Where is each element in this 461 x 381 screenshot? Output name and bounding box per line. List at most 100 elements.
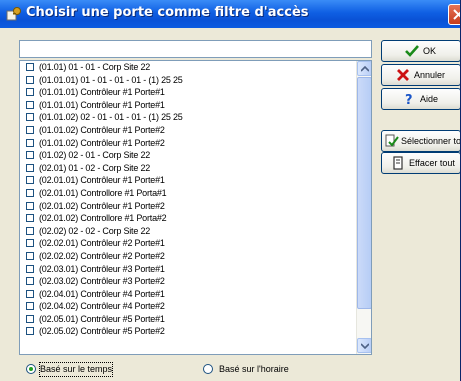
list-item[interactable]: (02.01.01) Controllore #1 Porta#1 xyxy=(20,187,356,200)
radio-schedule-based-button[interactable] xyxy=(203,364,213,374)
cancel-label: Annuler xyxy=(414,70,446,80)
close-button[interactable] xyxy=(448,4,460,25)
list-item-label: (02.05.02) Contrôleur #5 Porte#2 xyxy=(39,326,165,337)
list-item-checkbox[interactable] xyxy=(26,125,34,134)
green-check-icon xyxy=(405,44,419,58)
list-item-checkbox[interactable] xyxy=(26,138,34,147)
list-item[interactable]: (02.01) 01 - 02 - Corp Site 22 xyxy=(20,162,356,175)
list-item-checkbox[interactable] xyxy=(26,176,34,185)
list-item[interactable]: (02.03.01) Contrôleur #3 Porte#1 xyxy=(20,263,356,276)
list-item-checkbox[interactable] xyxy=(26,314,34,323)
list-item-checkbox[interactable] xyxy=(26,239,34,248)
list-item-checkbox[interactable] xyxy=(26,75,34,84)
list-item-label: (01.01.01) 01 - 01 - 01 - 01 - (1) 25 25 xyxy=(39,74,183,85)
list-item-label: (02.01.02) Contrôleur #1 Porte#2 xyxy=(39,200,165,211)
list-item[interactable]: (02.01.01) Contrôleur #1 Porte#1 xyxy=(20,174,356,187)
list-item-checkbox[interactable] xyxy=(26,163,34,172)
list-item-checkbox[interactable] xyxy=(26,226,34,235)
list-item-checkbox[interactable] xyxy=(26,151,34,160)
list-item[interactable]: (01.01.01) 01 - 01 - 01 - 01 - (1) 25 25 xyxy=(20,74,356,87)
list-item[interactable]: (01.02) 02 - 01 - Corp Site 22 xyxy=(20,149,356,162)
list-item[interactable]: (01.01.02) Contrôleur #1 Porte#2 xyxy=(20,137,356,150)
radio-time-based-button[interactable] xyxy=(26,364,36,374)
list-item[interactable]: (01.01.02) 02 - 01 - 01 - 01 - (1) 25 25 xyxy=(20,111,356,124)
list-item[interactable]: (02.01.02) Controllore #1 Porta#2 xyxy=(20,212,356,225)
list-item-checkbox[interactable] xyxy=(26,251,34,260)
help-button[interactable]: ? Aide xyxy=(381,88,460,110)
clear-all-button[interactable]: Effacer tout xyxy=(381,152,460,174)
list-item-label: (02.03.01) Contrôleur #3 Porte#1 xyxy=(39,263,165,274)
select-all-button[interactable]: Sélectionner tout xyxy=(381,130,461,152)
dialog-window: Choisir une porte comme filtre d'accès (… xyxy=(0,0,461,381)
list-item[interactable]: (01.01) 01 - 01 - Corp Site 22 xyxy=(20,61,356,74)
door-list[interactable]: (01.01) 01 - 01 - Corp Site 22 (01.01.01)… xyxy=(19,60,372,355)
select-all-icon xyxy=(385,134,399,148)
scrollbar-thumb[interactable] xyxy=(357,77,371,309)
cancel-button[interactable]: Annuler xyxy=(381,64,460,86)
list-item-label: (01.01.02) Contrôleur #1 Porte#2 xyxy=(39,124,165,135)
close-icon xyxy=(453,9,460,20)
list-item[interactable]: (02.04.02) Contrôleur #4 Porte#2 xyxy=(20,300,356,313)
vertical-scrollbar[interactable] xyxy=(356,61,371,354)
list-item-checkbox[interactable] xyxy=(26,302,34,311)
filter-input[interactable] xyxy=(19,40,372,58)
radio-schedule-based-label: Basé sur l'horaire xyxy=(219,364,289,374)
list-item-label: (02.02) 02 - 02 - Corp Site 22 xyxy=(39,225,151,236)
list-item-checkbox[interactable] xyxy=(26,188,34,197)
list-item-checkbox[interactable] xyxy=(26,277,34,286)
list-item-checkbox[interactable] xyxy=(26,289,34,298)
list-item-checkbox[interactable] xyxy=(26,100,34,109)
list-item-label: (01.01) 01 - 01 - Corp Site 22 xyxy=(39,62,151,72)
list-item-label: (01.01.02) Contrôleur #1 Porte#2 xyxy=(39,137,165,148)
list-item-checkbox[interactable] xyxy=(26,63,34,71)
list-item-label: (02.01) 01 - 02 - Corp Site 22 xyxy=(39,162,151,173)
list-item-checkbox[interactable] xyxy=(26,327,34,336)
title-bar[interactable]: Choisir une porte comme filtre d'accès xyxy=(0,0,460,28)
list-item[interactable]: (01.01.02) Contrôleur #1 Porte#2 xyxy=(20,124,356,137)
door-list-items: (01.01) 01 - 01 - Corp Site 22 (01.01.01)… xyxy=(20,61,356,338)
list-item-label: (01.01.01) Contrôleur #1 Porte#1 xyxy=(39,87,165,98)
scroll-up-arrow-icon xyxy=(361,66,369,72)
list-item-label: (02.01.01) Contrôleur #1 Porte#1 xyxy=(39,175,165,186)
list-item-label: (02.01.01) Controllore #1 Porta#1 xyxy=(39,187,167,198)
list-item-checkbox[interactable] xyxy=(26,113,34,122)
scroll-down-button[interactable] xyxy=(357,338,371,353)
list-item-label: (01.01.02) 02 - 01 - 01 - 01 - (1) 25 25 xyxy=(39,112,183,123)
scroll-down-arrow-icon xyxy=(361,343,369,349)
svg-text:?: ? xyxy=(405,93,413,106)
list-item-label: (02.01.02) Controllore #1 Porta#2 xyxy=(39,213,167,224)
help-label: Aide xyxy=(420,94,439,104)
list-item-label: (02.02.02) Contrôleur #2 Porte#2 xyxy=(39,250,165,261)
list-item[interactable]: (01.01.01) Contrôleur #1 Porte#1 xyxy=(20,86,356,99)
list-item-checkbox[interactable] xyxy=(26,88,34,97)
list-item-checkbox[interactable] xyxy=(26,264,34,273)
list-item-label: (01.01.01) Contrôleur #1 Porte#1 xyxy=(39,99,165,110)
list-item[interactable]: (02.01.02) Contrôleur #1 Porte#2 xyxy=(20,200,356,213)
list-item-label: (02.05.01) Contrôleur #5 Porte#1 xyxy=(39,313,165,324)
list-item-checkbox[interactable] xyxy=(26,214,34,223)
clear-all-icon xyxy=(391,156,405,170)
scroll-up-button[interactable] xyxy=(357,61,371,76)
window-title: Choisir une porte comme filtre d'accès xyxy=(26,5,309,20)
list-item[interactable]: (02.02) 02 - 02 - Corp Site 22 xyxy=(20,225,356,238)
ok-label: OK xyxy=(423,46,437,56)
list-item-label: (02.04.01) Contrôleur #4 Porte#1 xyxy=(39,288,165,299)
list-item[interactable]: (02.02.02) Contrôleur #2 Porte#2 xyxy=(20,250,356,263)
red-x-icon xyxy=(396,68,410,82)
list-item-checkbox[interactable] xyxy=(26,201,34,210)
door-key-icon xyxy=(6,6,22,22)
clear-all-label: Effacer tout xyxy=(409,158,455,168)
radio-time-based-label: Basé sur le temps xyxy=(38,362,114,377)
list-item[interactable]: (02.05.02) Contrôleur #5 Porte#2 xyxy=(20,325,356,338)
select-all-label: Sélectionner tout xyxy=(401,136,461,146)
list-item[interactable]: (02.05.01) Contrôleur #5 Porte#1 xyxy=(20,313,356,326)
list-item[interactable]: (02.04.01) Contrôleur #4 Porte#1 xyxy=(20,288,356,301)
list-item[interactable]: (02.02.01) Contrôleur #2 Porte#1 xyxy=(20,237,356,250)
list-item[interactable]: (01.01.01) Contrôleur #1 Porte#1 xyxy=(20,99,356,112)
list-item[interactable]: (02.03.02) Contrôleur #3 Porte#2 xyxy=(20,275,356,288)
question-mark-icon: ? xyxy=(402,92,416,108)
ok-button[interactable]: OK xyxy=(381,40,460,62)
list-item-label: (02.04.02) Contrôleur #4 Porte#2 xyxy=(39,301,165,312)
list-item-label: (02.02.01) Contrôleur #2 Porte#1 xyxy=(39,238,165,249)
list-item-label: (01.02) 02 - 01 - Corp Site 22 xyxy=(39,150,151,161)
